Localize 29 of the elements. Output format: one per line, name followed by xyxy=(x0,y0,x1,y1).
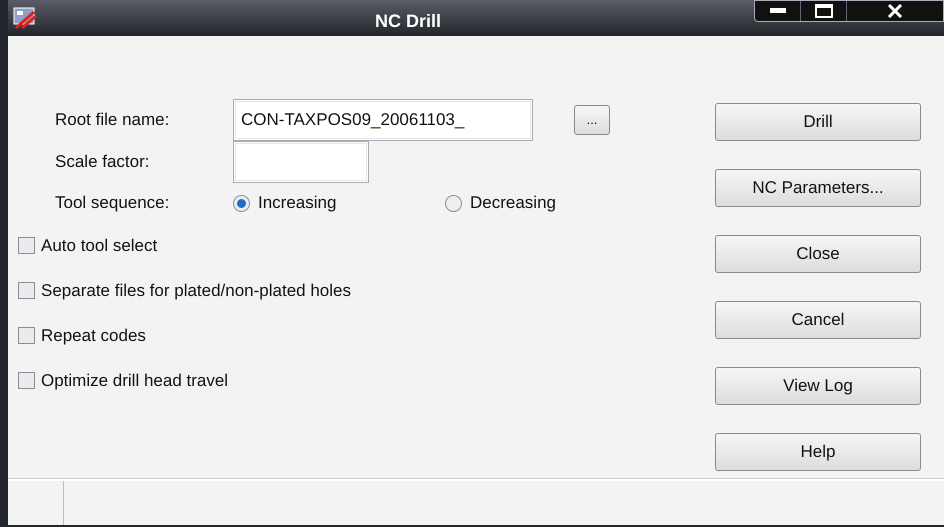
dialog-button[interactable]: Help xyxy=(715,433,921,471)
checkbox[interactable] xyxy=(18,237,35,254)
radio-button[interactable] xyxy=(445,194,462,212)
close-icon xyxy=(887,4,903,18)
radio-button[interactable] xyxy=(233,194,250,212)
checkbox-option[interactable]: Auto tool select xyxy=(18,223,708,268)
app-icon xyxy=(12,6,38,30)
dialog-button[interactable]: Close xyxy=(715,235,921,273)
checkbox-option[interactable]: Repeat codes xyxy=(18,313,708,358)
radio-option[interactable]: Decreasing xyxy=(445,190,556,216)
checkbox-option[interactable]: Separate files for plated/non-plated holes xyxy=(18,268,708,313)
checkbox-option[interactable]: Optimize drill head travel xyxy=(18,358,708,403)
checkbox[interactable] xyxy=(18,282,35,299)
field-label: Tool sequence: xyxy=(55,192,170,214)
checkbox[interactable] xyxy=(18,372,35,389)
text-field[interactable] xyxy=(233,141,369,183)
checkbox[interactable] xyxy=(18,327,35,344)
field-label: Scale factor: xyxy=(55,151,150,174)
dialog-button[interactable]: View Log xyxy=(715,367,921,405)
window-title: NC Drill xyxy=(374,10,442,33)
dialog-button[interactable]: NC Parameters... xyxy=(715,169,921,207)
field-label: Root file name: xyxy=(55,109,170,132)
dialog-button[interactable]: Cancel xyxy=(715,301,921,339)
text-field[interactable]: CON-TAXPOS09_20061103_ xyxy=(233,99,533,141)
maximize-icon xyxy=(814,4,832,18)
minimize-icon xyxy=(770,8,786,14)
browse-button[interactable]: ... xyxy=(574,105,610,135)
dialog-button[interactable]: Drill xyxy=(715,103,921,141)
radio-option[interactable]: Increasing xyxy=(233,190,445,216)
